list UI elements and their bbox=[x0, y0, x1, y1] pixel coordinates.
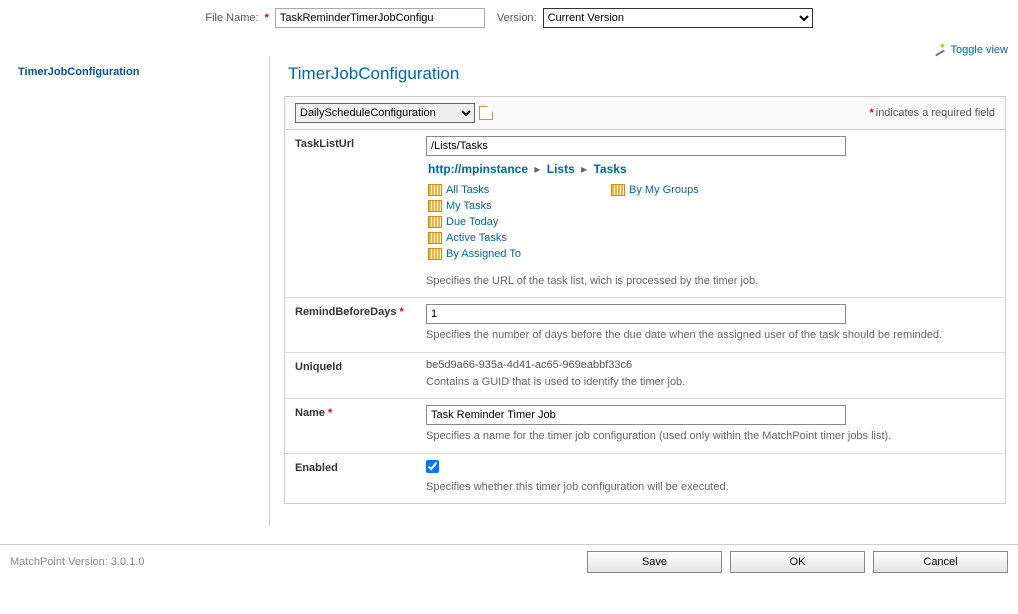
list-icon bbox=[611, 184, 625, 196]
content: TimerJobConfiguration DailyScheduleConfi… bbox=[270, 56, 1018, 526]
view-link[interactable]: By My Groups bbox=[629, 184, 699, 196]
breadcrumb-lists[interactable]: Lists bbox=[547, 162, 575, 176]
sidebar: TimerJobConfiguration bbox=[0, 56, 270, 526]
tasklist-views: All Tasks My Tasks Due Today Active Task… bbox=[426, 182, 995, 270]
name-input[interactable] bbox=[426, 405, 846, 425]
list-icon bbox=[428, 216, 442, 228]
view-link[interactable]: Active Tasks bbox=[446, 232, 507, 244]
enabled-desc: Specifies whether this timer job configu… bbox=[426, 480, 995, 495]
list-icon bbox=[428, 248, 442, 260]
footer: MatchPoint Version: 3.0.1.0 Save OK Canc… bbox=[0, 544, 1018, 579]
list-item: By My Groups bbox=[611, 184, 699, 196]
toggle-row: Toggle view bbox=[0, 40, 1018, 56]
views-col-right: By My Groups bbox=[611, 184, 699, 260]
field-remindbeforedays: RemindBeforeDays * Specifies the number … bbox=[285, 297, 1005, 351]
list-icon bbox=[428, 200, 442, 212]
version-select[interactable]: Current Version bbox=[543, 8, 813, 28]
breadcrumb-root[interactable]: http://mpinstance bbox=[428, 162, 528, 176]
field-name: Name * Specifies a name for the timer jo… bbox=[285, 398, 1005, 452]
uniqueid-desc: Contains a GUID that is used to identify… bbox=[426, 375, 995, 390]
remindbeforedays-input[interactable] bbox=[426, 304, 846, 324]
view-link[interactable]: My Tasks bbox=[446, 200, 492, 212]
sidebar-link-timerjobconfiguration[interactable]: TimerJobConfiguration bbox=[18, 66, 139, 78]
field-tasklisturl: TaskListUrl http://mpinstance ▸ Lists ▸ … bbox=[285, 130, 1005, 297]
view-link[interactable]: Due Today bbox=[446, 216, 498, 228]
footer-version: MatchPoint Version: 3.0.1.0 bbox=[10, 556, 145, 568]
main: TimerJobConfiguration TimerJobConfigurat… bbox=[0, 56, 1018, 526]
list-icon bbox=[428, 232, 442, 244]
new-config-icon[interactable] bbox=[479, 106, 493, 120]
view-link[interactable]: All Tasks bbox=[446, 184, 489, 196]
wand-icon bbox=[933, 44, 947, 56]
list-item: Active Tasks bbox=[428, 232, 521, 244]
uniqueid-label: UniqueId bbox=[285, 353, 420, 398]
fields-panel: TaskListUrl http://mpinstance ▸ Lists ▸ … bbox=[284, 130, 1006, 504]
config-type-select[interactable]: DailyScheduleConfiguration bbox=[295, 103, 475, 123]
ok-button[interactable]: OK bbox=[730, 551, 865, 573]
breadcrumb-tasks[interactable]: Tasks bbox=[593, 162, 626, 176]
list-item: All Tasks bbox=[428, 184, 521, 196]
tasklisturl-desc: Specifies the URL of the task list, wich… bbox=[426, 274, 995, 289]
tasklisturl-label: TaskListUrl bbox=[285, 130, 420, 297]
uniqueid-value: be5d9a66-935a-4d41-ac65-969eabbf33c6 bbox=[426, 359, 995, 371]
field-enabled: Enabled Specifies whether this timer job… bbox=[285, 453, 1005, 503]
enabled-label: Enabled bbox=[285, 454, 420, 503]
views-col-left: All Tasks My Tasks Due Today Active Task… bbox=[428, 184, 521, 260]
file-name-label: File Name: bbox=[205, 12, 258, 24]
view-link[interactable]: By Assigned To bbox=[446, 248, 521, 260]
cancel-button[interactable]: Cancel bbox=[873, 551, 1008, 573]
tasklisturl-input[interactable] bbox=[426, 136, 846, 156]
name-desc: Specifies a name for the timer job confi… bbox=[426, 429, 995, 444]
tasklisturl-breadcrumb: http://mpinstance ▸ Lists ▸ Tasks bbox=[426, 156, 995, 182]
version-label: Version: bbox=[497, 12, 537, 24]
list-icon bbox=[428, 184, 442, 196]
remindbeforedays-label: RemindBeforeDays * bbox=[285, 298, 420, 351]
file-name-input[interactable] bbox=[275, 8, 485, 28]
required-mark: * bbox=[265, 12, 269, 24]
header-bar: File Name: * Version: Current Version bbox=[0, 0, 1018, 40]
toggle-view-link[interactable]: Toggle view bbox=[951, 44, 1008, 56]
list-item: Due Today bbox=[428, 216, 521, 228]
enabled-checkbox[interactable] bbox=[426, 460, 439, 473]
list-item: By Assigned To bbox=[428, 248, 521, 260]
save-button[interactable]: Save bbox=[587, 551, 722, 573]
remindbeforedays-desc: Specifies the number of days before the … bbox=[426, 328, 995, 343]
config-type-bar: DailyScheduleConfiguration *indicates a … bbox=[284, 96, 1006, 130]
name-label: Name * bbox=[285, 399, 420, 452]
page-title: TimerJobConfiguration bbox=[284, 56, 1006, 96]
required-note: *indicates a required field bbox=[869, 107, 995, 119]
field-uniqueid: UniqueId be5d9a66-935a-4d41-ac65-969eabb… bbox=[285, 352, 1005, 398]
list-item: My Tasks bbox=[428, 200, 521, 212]
